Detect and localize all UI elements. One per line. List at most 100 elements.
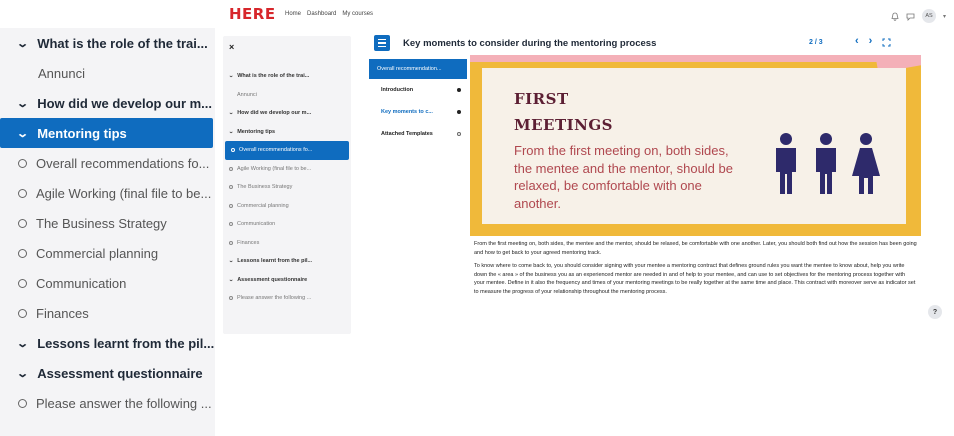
page-counter: 2 / 3 <box>809 39 823 46</box>
lesson-page-label: Attached Templates <box>381 131 433 137</box>
circle-icon <box>229 222 233 227</box>
item-label: Annunci <box>237 91 257 98</box>
circle-icon <box>229 240 233 245</box>
lesson-paragraph: To know where to come back to, you shoul… <box>474 263 916 295</box>
course-item-agile[interactable]: Agile Working (final file to be... <box>0 178 215 208</box>
lesson-page-introduction[interactable]: Introduction <box>369 79 467 101</box>
item-label: Commercial planning <box>36 245 159 261</box>
section-label: Lessons learnt from the pil... <box>37 335 215 351</box>
drawer-item-please-answer[interactable]: Please answer the following ... <box>223 289 351 308</box>
drawer-section-assessment[interactable]: ⌄ Assessment questionnaire <box>223 271 351 290</box>
chat-icon[interactable] <box>906 12 915 21</box>
drawer-list: ⌄ What is the role of the trai... Annunci… <box>223 67 351 308</box>
item-label: Please answer the following ... <box>237 295 312 302</box>
circle-icon <box>229 166 233 171</box>
chevron-down-icon: ⌄ <box>228 128 234 135</box>
course-item-commercial-planning[interactable]: Commercial planning <box>0 238 215 268</box>
fullscreen-icon[interactable] <box>882 38 891 47</box>
drawer-item-communication[interactable]: Communication <box>223 215 351 234</box>
chevron-down-icon: ⌄ <box>228 276 234 283</box>
drawer-item-agile[interactable]: Agile Working (final file to be... <box>223 160 351 179</box>
section-label: What is the role of the trai... <box>237 73 310 80</box>
lesson-menu-button[interactable] <box>374 35 390 51</box>
item-label: Commercial planning <box>237 202 289 209</box>
page-root: ⌄ What is the role of the trai... Annunci… <box>0 0 954 436</box>
drawer-item-business-strategy[interactable]: The Business Strategy <box>223 178 351 197</box>
help-button[interactable]: ? <box>928 305 942 319</box>
item-label: Overall recommendations fo... <box>36 155 210 171</box>
course-item-finances[interactable]: Finances <box>0 298 215 328</box>
course-section-lessons[interactable]: ⌄ Lessons learnt from the pil... <box>0 328 215 358</box>
chevron-down-icon: ⌄ <box>16 97 30 110</box>
item-label: The Business Strategy <box>36 215 167 231</box>
lesson-title: Key moments to consider during the mento… <box>403 38 657 49</box>
nav-my-courses[interactable]: My courses <box>342 11 373 17</box>
item-label: Annunci <box>38 65 85 81</box>
item-label: Please answer the following ... <box>36 395 212 411</box>
course-item-business-strategy[interactable]: The Business Strategy <box>0 208 215 238</box>
circle-icon <box>18 158 27 168</box>
status-dot-icon <box>457 88 461 92</box>
bell-icon[interactable] <box>891 12 899 21</box>
course-item-communication[interactable]: Communication <box>0 268 215 298</box>
avatar[interactable]: AS <box>921 9 936 23</box>
course-section-assessment[interactable]: ⌄ Assessment questionnaire <box>0 358 215 388</box>
circle-icon <box>18 188 27 198</box>
lesson-page-overall[interactable]: Overall recommendation... <box>369 59 467 79</box>
item-label: Communication <box>237 221 276 228</box>
course-item-annunci[interactable]: Annunci <box>0 58 215 88</box>
next-icon[interactable]: › <box>869 35 873 47</box>
course-section-develop[interactable]: ⌄ How did we develop our m... <box>0 88 215 118</box>
course-item-overall[interactable]: Overall recommendations fo... <box>0 148 215 178</box>
circle-icon <box>229 203 233 208</box>
lesson-navigation: ‹ › <box>855 35 891 47</box>
chevron-down-icon: ⌄ <box>16 337 30 350</box>
slide-heading-first: FIRST <box>514 90 569 108</box>
nav-home[interactable]: Home <box>285 11 301 17</box>
section-label: What is the role of the trai... <box>37 35 208 51</box>
drawer-item-annunci[interactable]: Annunci <box>223 86 351 105</box>
status-dot-icon <box>457 110 461 114</box>
drawer-section-lessons[interactable]: ⌄ Lessons learnt from the pil... <box>223 252 351 271</box>
chevron-down-icon: ⌄ <box>228 110 234 117</box>
item-label: Communication <box>36 275 127 291</box>
lesson-page-attached-templates[interactable]: Attached Templates <box>369 123 467 145</box>
chevron-down-icon: ⌄ <box>16 37 30 50</box>
section-label: How did we develop our m... <box>37 95 213 111</box>
course-item-please-answer[interactable]: Please answer the following ... <box>0 388 215 418</box>
close-icon[interactable]: × <box>229 42 234 52</box>
slide-paper: FIRST MEETINGS From the first meeting on… <box>482 68 906 224</box>
lesson-header: Key moments to consider during the mento… <box>369 33 921 55</box>
site-logo[interactable]: HERE <box>229 5 276 23</box>
lesson-slide-image: FIRST MEETINGS From the first meeting on… <box>470 55 921 236</box>
chevron-down-icon: ⌄ <box>16 127 30 140</box>
previous-icon[interactable]: ‹ <box>855 35 859 47</box>
circle-icon <box>18 308 27 318</box>
drawer-section-develop[interactable]: ⌄ How did we develop our m... <box>223 104 351 123</box>
lesson-paragraph: From the first meeting on, both sides, t… <box>474 241 917 256</box>
drawer-item-commercial-planning[interactable]: Commercial planning <box>223 197 351 216</box>
drawer-item-finances[interactable]: Finances <box>223 234 351 253</box>
chevron-down-icon: ⌄ <box>228 258 234 265</box>
chevron-down-icon[interactable]: ▾ <box>943 13 946 20</box>
lesson-page-menu: Overall recommendation... Introduction K… <box>369 59 467 299</box>
course-section-role[interactable]: ⌄ What is the role of the trai... <box>0 28 215 58</box>
lesson-body: From the first meeting on, both sides, t… <box>474 240 917 302</box>
section-label: Mentoring tips <box>37 125 127 141</box>
course-index-drawer: × ⌄ What is the role of the trai... Annun… <box>223 36 351 334</box>
section-label: How did we develop our m... <box>237 110 312 117</box>
course-section-mentoring-tips[interactable]: ⌄ Mentoring tips <box>0 118 213 148</box>
user-tools: AS ▾ <box>891 9 946 23</box>
circle-icon <box>18 398 27 408</box>
chevron-down-icon: ⌄ <box>228 73 234 80</box>
item-label: Agile Working (final file to be... <box>36 185 212 201</box>
item-label: Finances <box>237 239 260 246</box>
drawer-section-role[interactable]: ⌄ What is the role of the trai... <box>223 67 351 86</box>
circle-icon <box>231 148 235 153</box>
nav-dashboard[interactable]: Dashboard <box>307 11 336 17</box>
people-icon <box>776 133 880 194</box>
lesson-page-key-moments[interactable]: Key moments to c... <box>369 101 467 123</box>
drawer-section-mentoring-tips[interactable]: ⌄ Mentoring tips <box>223 123 351 142</box>
drawer-item-overall[interactable]: Overall recommendations fo... <box>225 141 349 160</box>
item-label: Finances <box>36 305 89 321</box>
